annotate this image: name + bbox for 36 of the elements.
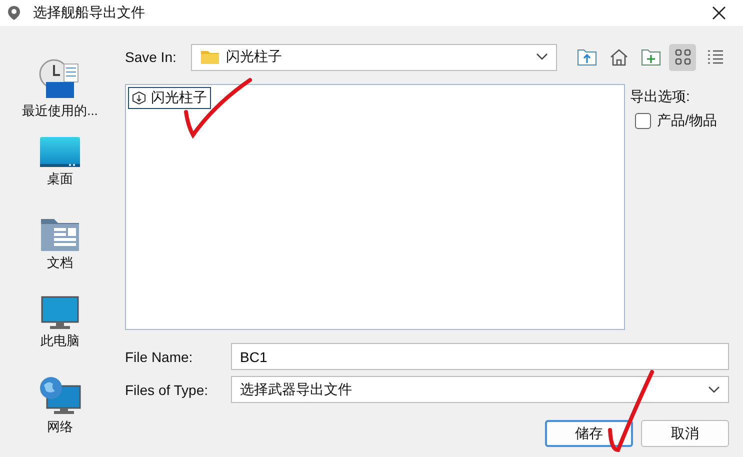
home-icon bbox=[608, 48, 628, 66]
cancel-button[interactable]: 取消 bbox=[641, 420, 729, 447]
export-options-heading: 导出选项: bbox=[630, 88, 691, 106]
chevron-down-icon bbox=[708, 386, 720, 394]
save-button[interactable]: 储存 bbox=[545, 420, 633, 447]
close-icon[interactable] bbox=[712, 6, 726, 20]
checkbox[interactable] bbox=[635, 113, 651, 129]
save-in-dropdown[interactable]: 闪光柱子 bbox=[191, 44, 557, 70]
sidebar-label[interactable]: 文档 bbox=[47, 254, 73, 272]
folder-icon bbox=[200, 49, 220, 65]
grid-view-button[interactable] bbox=[669, 44, 696, 70]
file-item[interactable]: 闪光柱子 bbox=[128, 87, 211, 109]
sidebar-label[interactable]: 桌面 bbox=[47, 170, 73, 188]
list-view-icon bbox=[706, 48, 724, 66]
file-type-value: 选择武器导出文件 bbox=[240, 380, 352, 398]
monitor-icon[interactable] bbox=[41, 296, 79, 330]
checkbox-label[interactable]: 产品/物品 bbox=[657, 112, 717, 130]
sidebar-label[interactable]: 网络 bbox=[47, 418, 73, 436]
file-type-label: Files of Type: bbox=[125, 382, 210, 398]
network-computer-icon[interactable] bbox=[39, 376, 81, 416]
window-title: 选择舰船导出文件 bbox=[33, 4, 145, 22]
chevron-down-icon bbox=[536, 53, 548, 61]
documents-folder-icon[interactable] bbox=[40, 216, 80, 252]
grid-view-icon bbox=[674, 48, 692, 66]
file-name-label: File Name: bbox=[125, 348, 194, 364]
sidebar-label[interactable]: 此电脑 bbox=[40, 332, 80, 350]
new-folder-icon bbox=[640, 48, 660, 66]
file-icon bbox=[132, 91, 146, 105]
save-in-label: Save In: bbox=[125, 49, 178, 65]
file-name-field[interactable]: BC1 bbox=[231, 343, 729, 370]
sidebar-label[interactable]: 最近使用的... bbox=[22, 102, 98, 120]
desktop-icon[interactable] bbox=[39, 136, 81, 168]
app-icon bbox=[7, 5, 21, 21]
file-type-dropdown[interactable]: 选择武器导出文件 bbox=[231, 376, 729, 403]
up-folder-icon bbox=[576, 48, 596, 66]
save-in-value: 闪光柱子 bbox=[226, 48, 282, 66]
